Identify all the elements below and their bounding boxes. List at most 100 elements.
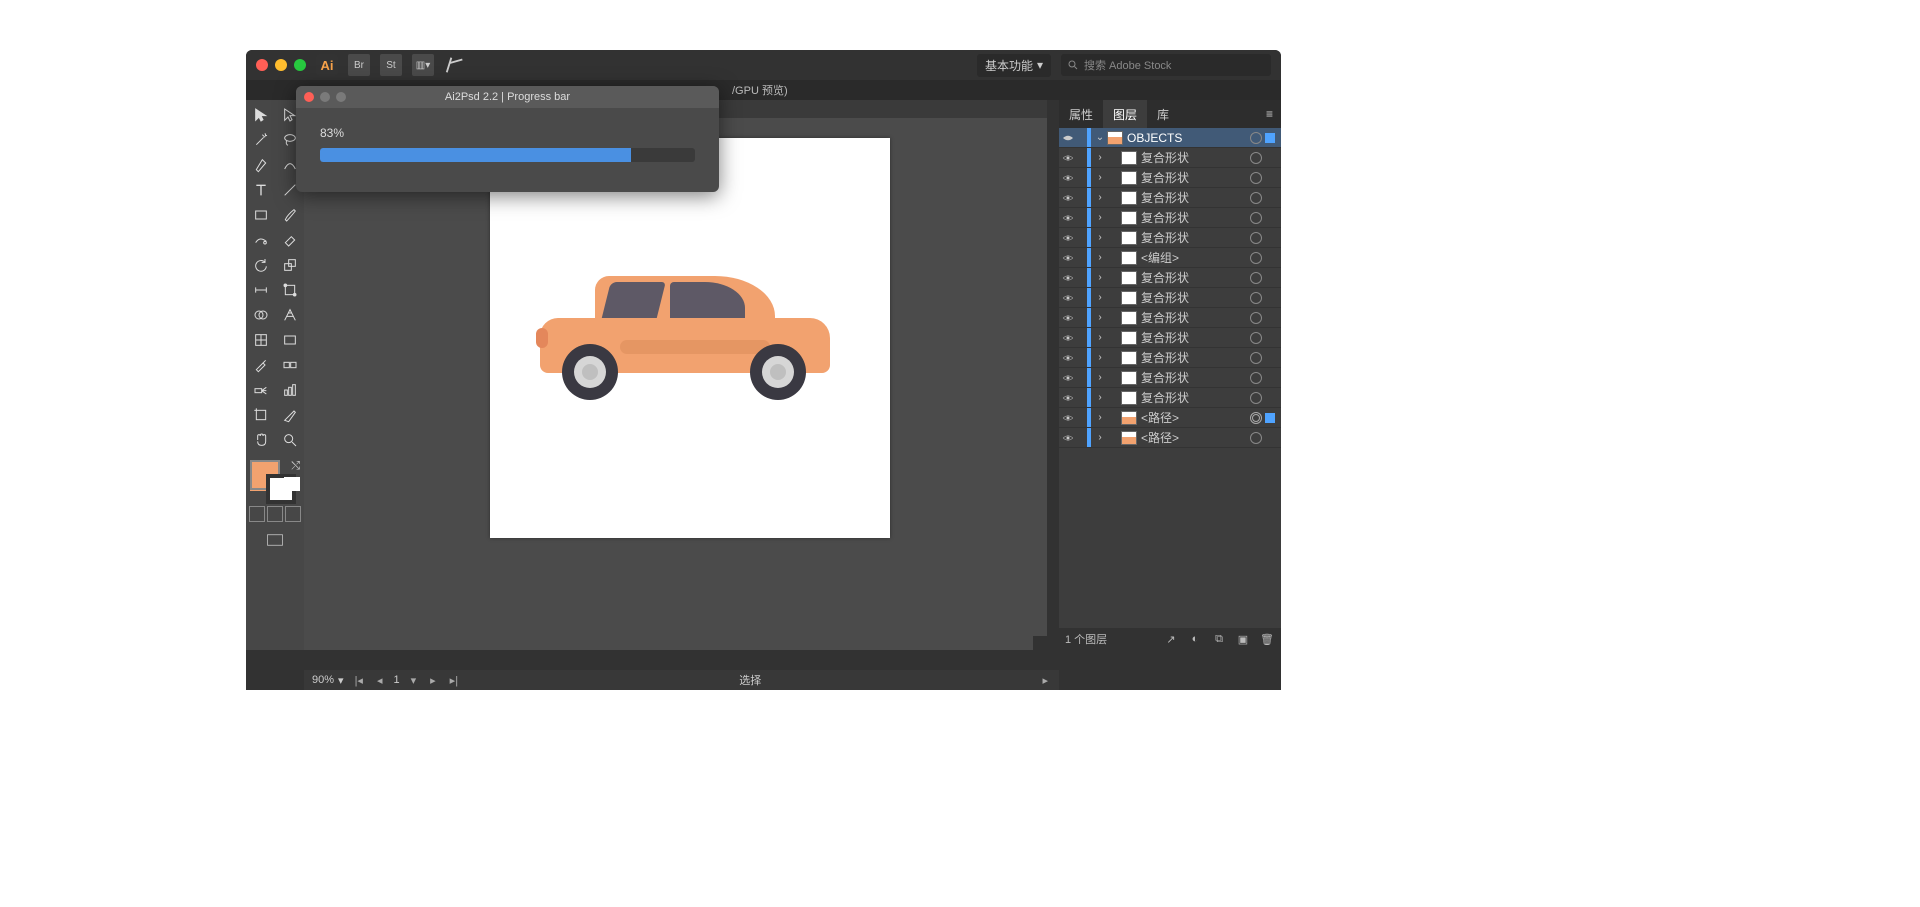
bridge-chip-icon[interactable]: Br xyxy=(348,54,370,76)
none-swatch[interactable] xyxy=(284,477,300,491)
visibility-toggle[interactable] xyxy=(1059,152,1077,164)
visibility-toggle[interactable] xyxy=(1059,212,1077,224)
width-tool[interactable] xyxy=(246,277,275,302)
layer-row[interactable]: ›复合形状 xyxy=(1059,168,1281,188)
first-artboard-button[interactable]: |◂ xyxy=(352,674,366,687)
visibility-toggle[interactable] xyxy=(1059,272,1077,284)
tab-libraries[interactable]: 库 xyxy=(1147,100,1179,128)
car-artwork[interactable] xyxy=(540,268,830,398)
new-layer-icon[interactable]: ▣ xyxy=(1235,631,1251,647)
free-transform-tool[interactable] xyxy=(275,277,304,302)
target-icon[interactable] xyxy=(1250,152,1262,164)
target-icon[interactable] xyxy=(1250,172,1262,184)
layer-row[interactable]: ›复合形状 xyxy=(1059,148,1281,168)
target-icon[interactable] xyxy=(1250,412,1262,424)
dialog-titlebar[interactable]: Ai2Psd 2.2 | Progress bar xyxy=(296,86,719,108)
rectangle-tool[interactable] xyxy=(246,202,275,227)
visibility-toggle[interactable] xyxy=(1059,432,1077,444)
artboard[interactable] xyxy=(490,138,890,538)
layer-row[interactable]: ›复合形状 xyxy=(1059,268,1281,288)
last-artboard-button[interactable]: ▸| xyxy=(447,674,461,687)
target-icon[interactable] xyxy=(1250,312,1262,324)
scale-tool[interactable] xyxy=(275,252,304,277)
target-icon[interactable] xyxy=(1250,192,1262,204)
perspective-tool[interactable] xyxy=(275,302,304,327)
clip-mask-icon[interactable]: ◐ xyxy=(1187,631,1203,647)
expand-toggle[interactable]: › xyxy=(1093,392,1107,403)
tab-properties[interactable]: 属性 xyxy=(1059,100,1103,128)
target-icon[interactable] xyxy=(1250,132,1262,144)
layer-row[interactable]: ›复合形状 xyxy=(1059,388,1281,408)
visibility-toggle[interactable] xyxy=(1059,132,1077,144)
hand-tool[interactable] xyxy=(246,427,275,452)
zoom-tool[interactable] xyxy=(275,427,304,452)
expand-toggle[interactable]: › xyxy=(1093,212,1107,223)
slice-tool[interactable] xyxy=(275,402,304,427)
swap-fill-stroke-icon[interactable]: ⤭ xyxy=(291,460,300,473)
visibility-toggle[interactable] xyxy=(1059,392,1077,404)
target-icon[interactable] xyxy=(1250,372,1262,384)
expand-toggle[interactable]: › xyxy=(1093,432,1107,443)
visibility-toggle[interactable] xyxy=(1059,172,1077,184)
layer-row[interactable]: ›复合形状 xyxy=(1059,368,1281,388)
expand-toggle[interactable]: › xyxy=(1093,412,1107,423)
visibility-toggle[interactable] xyxy=(1059,292,1077,304)
symbol-sprayer-tool[interactable] xyxy=(246,377,275,402)
mesh-tool[interactable] xyxy=(246,327,275,352)
visibility-toggle[interactable] xyxy=(1059,332,1077,344)
layer-row-top[interactable]: ⌄ OBJECTS xyxy=(1059,128,1281,148)
eyedropper-tool[interactable] xyxy=(246,352,275,377)
blend-tool[interactable] xyxy=(275,352,304,377)
target-icon[interactable] xyxy=(1250,252,1262,264)
paintbrush-tool[interactable] xyxy=(275,202,304,227)
delete-layer-icon[interactable]: 🗑 xyxy=(1259,631,1275,647)
layer-row[interactable]: ›复合形状 xyxy=(1059,208,1281,228)
layer-row[interactable]: ›复合形状 xyxy=(1059,328,1281,348)
visibility-toggle[interactable] xyxy=(1059,412,1077,424)
tab-layers[interactable]: 图层 xyxy=(1103,100,1147,128)
layer-row[interactable]: ›复合形状 xyxy=(1059,308,1281,328)
type-tool[interactable] xyxy=(246,177,275,202)
locate-object-icon[interactable]: ↗ xyxy=(1163,631,1179,647)
expand-toggle[interactable]: › xyxy=(1093,232,1107,243)
target-icon[interactable] xyxy=(1250,392,1262,404)
zoom-level[interactable]: 90% ▾ xyxy=(312,674,344,687)
target-icon[interactable] xyxy=(1250,272,1262,284)
gradient-tool[interactable] xyxy=(275,327,304,352)
document-tab[interactable]: /GPU 预览) xyxy=(726,80,794,100)
target-icon[interactable] xyxy=(1250,232,1262,244)
layer-row[interactable]: ›<编组> xyxy=(1059,248,1281,268)
panel-collapse-strip[interactable] xyxy=(1047,100,1059,650)
eraser-tool[interactable] xyxy=(275,227,304,252)
minimize-window[interactable] xyxy=(275,59,287,71)
expand-toggle[interactable]: › xyxy=(1093,372,1107,383)
draw-behind-icon[interactable] xyxy=(267,506,283,522)
visibility-toggle[interactable] xyxy=(1059,192,1077,204)
target-icon[interactable] xyxy=(1250,212,1262,224)
status-menu[interactable]: ▸ xyxy=(1039,674,1051,687)
feedback-icon[interactable] xyxy=(444,54,466,76)
artboard-dropdown[interactable]: ▾ xyxy=(408,674,420,687)
selection-tool[interactable] xyxy=(246,102,275,127)
expand-toggle[interactable]: › xyxy=(1093,252,1107,263)
next-artboard-button[interactable]: ▸ xyxy=(427,674,439,687)
layer-row[interactable]: ›复合形状 xyxy=(1059,288,1281,308)
visibility-toggle[interactable] xyxy=(1059,372,1077,384)
expand-toggle[interactable]: › xyxy=(1093,272,1107,283)
visibility-toggle[interactable] xyxy=(1059,252,1077,264)
shaper-tool[interactable] xyxy=(246,227,275,252)
prev-artboard-button[interactable]: ◂ xyxy=(374,674,386,687)
pen-tool[interactable] xyxy=(246,152,275,177)
target-icon[interactable] xyxy=(1250,352,1262,364)
screen-mode[interactable] xyxy=(246,533,304,552)
arrange-docs-icon[interactable]: ▥▾ xyxy=(412,54,434,76)
draw-inside-icon[interactable] xyxy=(285,506,301,522)
new-sublayer-icon[interactable]: ⧉ xyxy=(1211,631,1227,647)
target-icon[interactable] xyxy=(1250,432,1262,444)
expand-toggle[interactable]: › xyxy=(1093,352,1107,363)
zoom-window[interactable] xyxy=(294,59,306,71)
visibility-toggle[interactable] xyxy=(1059,232,1077,244)
close-window[interactable] xyxy=(256,59,268,71)
magic-wand-tool[interactable] xyxy=(246,127,275,152)
visibility-toggle[interactable] xyxy=(1059,312,1077,324)
